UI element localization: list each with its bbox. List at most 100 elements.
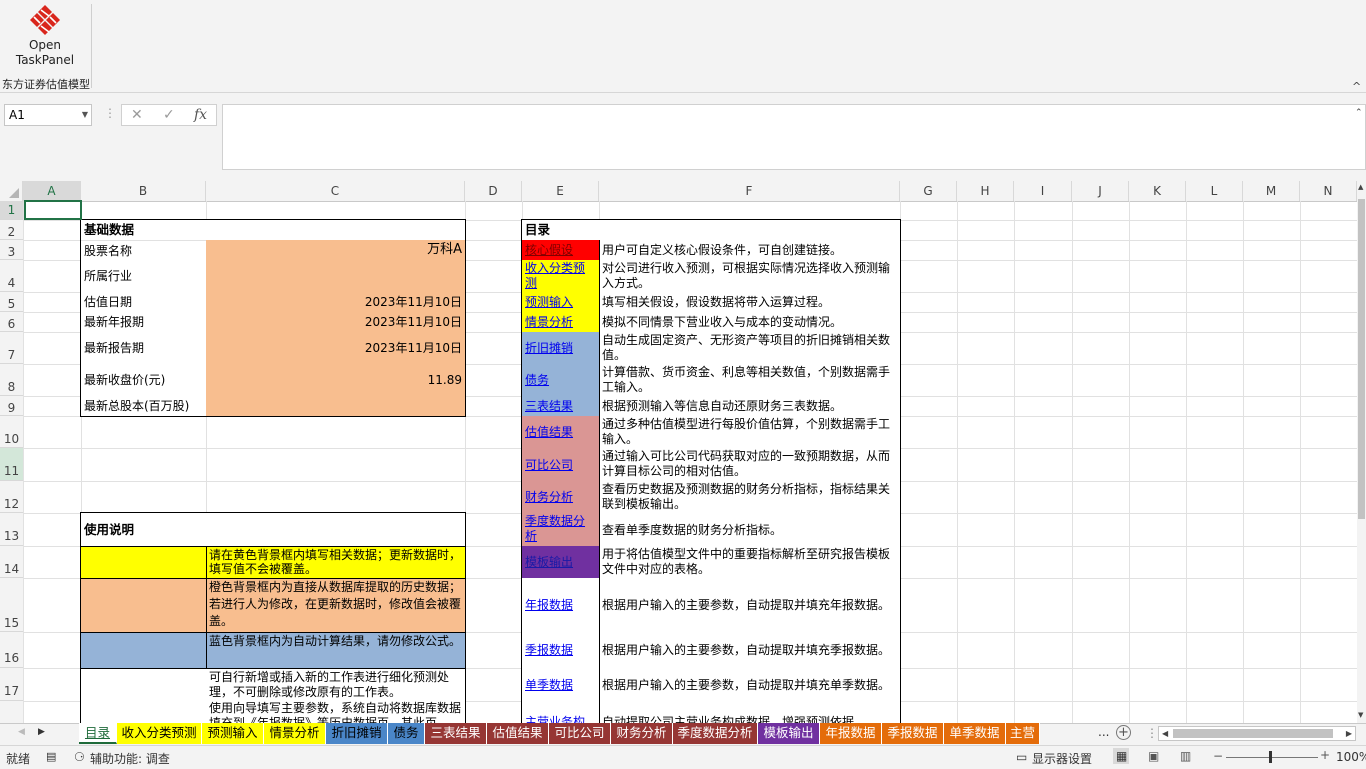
sheet-tab[interactable]: 季度数据分析 — [673, 723, 758, 744]
toc-desc[interactable]: 通过多种估值模型进行每股价值估算，个别数据需手工输入。 — [599, 416, 900, 448]
column-header-a[interactable]: A — [23, 181, 81, 201]
accessibility-icon[interactable]: ⚆ — [74, 750, 85, 764]
page-layout-icon[interactable]: ▣ — [1148, 749, 1159, 763]
column-header-l[interactable]: L — [1186, 181, 1243, 201]
open-taskpanel-button[interactable]: Open TaskPanel — [6, 4, 84, 74]
scroll-up-icon[interactable]: ▲ — [1358, 183, 1363, 191]
instruction-text-blue[interactable]: 蓝色背景框内为自动计算结果，请勿修改公式。 — [206, 632, 465, 668]
column-header-g[interactable]: G — [900, 181, 957, 201]
instruction-text-worksheets[interactable]: 可自行新增或插入新的工作表进行细化预测处理，不可删除或修改原有的工作表。 — [206, 668, 465, 701]
expand-formula-icon[interactable]: ⌃ — [1355, 108, 1363, 118]
basic-value-total-shares[interactable] — [206, 396, 465, 416]
column-header-b[interactable]: B — [81, 181, 206, 201]
cell[interactable] — [81, 701, 206, 723]
instruction-swatch-blue[interactable] — [81, 632, 206, 668]
basic-value-valuation-date[interactable]: 2023年11月10日 — [206, 292, 465, 312]
row-header-1[interactable]: 1 — [0, 201, 23, 220]
sheet-tab[interactable]: 目录 — [79, 723, 117, 744]
row-header-17[interactable]: 17 — [0, 668, 23, 701]
sheet-tab[interactable]: 年报数据 — [820, 723, 882, 744]
toc-link-text[interactable]: 季报数据 — [525, 643, 573, 657]
toc-desc[interactable]: 用户可自定义核心假设条件，可自创建链接。 — [599, 240, 900, 260]
instructions-title[interactable]: 使用说明 — [81, 513, 206, 546]
row-header-14[interactable]: 14 — [0, 546, 23, 578]
instruction-text-yellow[interactable]: 请在黄色背景框内填写相关数据；更新数据时，填写值不会被覆盖。 — [206, 546, 465, 578]
cell[interactable] — [206, 220, 465, 240]
toc-desc[interactable]: 自动生成固定资产、无形资产等项目的折旧摊销相关数值。 — [599, 332, 900, 364]
toc-link-text[interactable]: 单季数据 — [525, 678, 573, 692]
accessibility-status[interactable]: 辅助功能: 调查 — [90, 750, 170, 767]
toc-link-text[interactable]: 折旧摊销 — [525, 341, 573, 355]
vertical-scroll-thumb[interactable] — [1358, 199, 1365, 519]
toc-link-text[interactable]: 主营业务构成 — [525, 715, 585, 723]
toc-link-text[interactable]: 预测输入 — [525, 295, 573, 309]
toc-link-text[interactable]: 可比公司 — [525, 458, 573, 472]
toc-link-three-statements[interactable]: 三表结果 — [522, 396, 599, 416]
horizontal-scroll-thumb[interactable] — [1173, 729, 1333, 738]
column-header-k[interactable]: K — [1129, 181, 1186, 201]
cell[interactable] — [81, 668, 206, 701]
toc-link-text[interactable]: 情景分析 — [525, 315, 573, 329]
zoom-out-icon[interactable]: − — [1213, 749, 1223, 763]
basic-data-title[interactable]: 基础数据 — [81, 220, 206, 240]
row-header-15[interactable]: 15 — [0, 578, 23, 632]
toc-desc[interactable]: 根据预测输入等信息自动还原财务三表数据。 — [599, 396, 900, 416]
basic-value-latest-report[interactable]: 2023年11月10日 — [206, 332, 465, 364]
basic-label-total-shares[interactable]: 最新总股本(百万股) — [81, 396, 206, 416]
toc-link-financial-analysis[interactable]: 财务分析 — [522, 481, 599, 513]
more-tabs[interactable]: ... — [1098, 725, 1109, 739]
column-header-c[interactable]: C — [206, 181, 465, 201]
row-header-6[interactable]: 6 — [0, 312, 23, 332]
row-header-16[interactable]: 16 — [0, 632, 23, 668]
toc-link-text[interactable]: 模板输出 — [525, 555, 573, 569]
display-settings-icon[interactable]: ▭ — [1016, 750, 1027, 764]
row-header-2[interactable]: 2 — [0, 220, 23, 240]
row-header-8[interactable]: 8 — [0, 364, 23, 396]
toc-link-annual-data[interactable]: 年报数据 — [522, 578, 599, 632]
zoom-in-icon[interactable]: + — [1320, 748, 1330, 762]
toc-link-quarterly-data[interactable]: 季报数据 — [522, 632, 599, 668]
tab-splitter-icon[interactable]: ⋮ — [1146, 726, 1158, 740]
basic-value-annual-report[interactable]: 2023年11月10日 — [206, 312, 465, 332]
add-sheet-icon[interactable]: + — [1116, 725, 1131, 740]
toc-link-debt[interactable]: 债务 — [522, 364, 599, 396]
sheet-tab[interactable]: 预测输入 — [202, 723, 264, 744]
column-header-j[interactable]: J — [1072, 181, 1129, 201]
row-header-13[interactable]: 13 — [0, 513, 23, 546]
cell[interactable] — [599, 220, 900, 240]
basic-label-close-price[interactable]: 最新收盘价(元) — [81, 364, 206, 396]
toc-link-text[interactable]: 债务 — [525, 373, 549, 387]
toc-link-text[interactable]: 年报数据 — [525, 598, 573, 612]
basic-label-valuation-date[interactable]: 估值日期 — [81, 292, 206, 312]
zoom-slider-thumb[interactable] — [1269, 751, 1272, 763]
instruction-text-wizard[interactable]: 使用向导填写主要参数，系统自动将数据库数据填充到《年报数据》等历史数据页，其此页 — [206, 701, 465, 723]
chevron-down-icon[interactable]: ▼ — [82, 105, 88, 125]
toc-desc[interactable]: 对公司进行收入预测，可根据实际情况选择收入预测输入方式。 — [599, 260, 900, 292]
toc-desc[interactable]: 查看单季度数据的财务分析指标。 — [599, 513, 900, 546]
basic-label-annual-report[interactable]: 最新年报期 — [81, 312, 206, 332]
toc-link-scenario[interactable]: 情景分析 — [522, 312, 599, 332]
zoom-level[interactable]: 100% — [1336, 750, 1366, 764]
sheet-tab[interactable]: 模板输出 — [758, 723, 820, 744]
formula-input[interactable] — [222, 104, 1366, 170]
column-header-f[interactable]: F — [599, 181, 900, 201]
toc-desc[interactable]: 查看历史数据及预测数据的财务分析指标，指标结果关联到模板输出。 — [599, 481, 900, 513]
scroll-right-icon[interactable]: ▶ — [1346, 727, 1352, 740]
basic-label-industry[interactable]: 所属行业 — [81, 260, 206, 292]
toc-link-text[interactable]: 财务分析 — [525, 490, 573, 504]
toc-desc[interactable]: 根据用户输入的主要参数，自动提取并填充季报数据。 — [599, 632, 900, 668]
toc-desc[interactable]: 通过输入可比公司代码获取对应的一致预期数据，从而计算目标公司的相对估值。 — [599, 448, 900, 481]
sheet-tab[interactable]: 可比公司 — [549, 723, 611, 744]
toc-link-depreciation[interactable]: 折旧摊销 — [522, 332, 599, 364]
column-header-d[interactable]: D — [465, 181, 522, 201]
toc-link-forecast-input[interactable]: 预测输入 — [522, 292, 599, 312]
cancel-icon[interactable]: ✕ — [131, 107, 143, 123]
toc-link-template-output[interactable]: 模板输出 — [522, 546, 599, 578]
scroll-down-icon[interactable]: ▼ — [1358, 711, 1363, 719]
toc-link-revenue-forecast[interactable]: 收入分类预测 — [522, 260, 599, 292]
basic-value-industry[interactable] — [206, 260, 465, 292]
row-header-4[interactable]: 4 — [0, 260, 23, 292]
toc-link-single-quarter[interactable]: 单季数据 — [522, 668, 599, 701]
active-cell-a1[interactable] — [24, 200, 82, 220]
sheet-tab[interactable]: 折旧摊销 — [326, 723, 388, 744]
